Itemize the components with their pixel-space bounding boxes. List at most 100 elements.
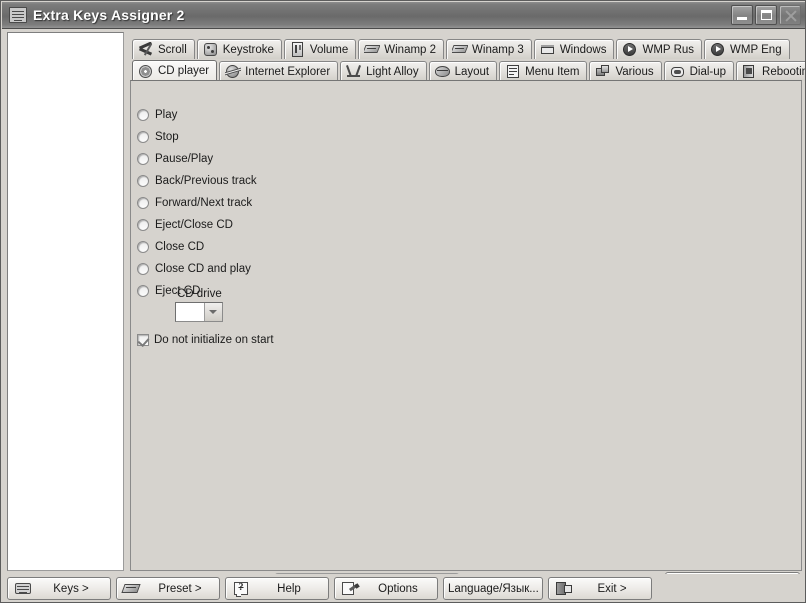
radio-option-close-cd[interactable]: Close CD [137,236,257,258]
scroll-icon [138,42,154,57]
volume-icon [290,42,306,57]
radio-label: Forward/Next track [155,197,253,209]
tab-rebooting[interactable]: Rebooting [736,61,805,81]
rebooting-icon [742,64,758,79]
right-panel: Scroll Keystroke Volume Winamp 2 Winamp … [130,32,805,571]
radio-option-back-previous-track[interactable]: Back/Previous track [137,170,257,192]
checkbox-indicator [137,334,149,346]
button-label: Exit > [597,582,627,595]
radio-label: Pause/Play [155,153,214,165]
minimize-button[interactable] [731,5,753,25]
internet-explorer-icon [225,64,242,79]
tab-volume[interactable]: Volume [283,39,357,59]
tab-keystroke[interactable]: Keystroke [196,39,282,59]
tab-label: Winamp 2 [384,43,437,56]
radio-option-pause-play[interactable]: Pause/Play [137,148,257,170]
wmp-icon [622,42,638,57]
light-alloy-icon [346,64,362,79]
radio-option-forward-next-track[interactable]: Forward/Next track [137,192,257,214]
dialup-icon [670,64,686,79]
tab-label: Winamp 3 [472,43,524,56]
tab-label: Layout [454,65,490,78]
tab-various[interactable]: Various [589,61,662,81]
tab-strip: Scroll Keystroke Volume Winamp 2 Winamp … [130,38,805,82]
tab-layout[interactable]: Layout [428,61,498,81]
layout-icon [434,64,451,79]
radio-label: Stop [155,131,179,143]
tab-label: WMP Eng [730,43,782,56]
tab-menu-item[interactable]: Menu Item [499,61,588,81]
window-body: Scroll Keystroke Volume Winamp 2 Winamp … [2,29,805,602]
radio-label: Eject/Close CD [155,219,233,231]
cd-action-radio-group: Play Stop Pause/Play Back/Previous track [137,104,257,302]
radio-indicator [137,109,149,121]
tab-internet-explorer[interactable]: Internet Explorer [219,61,339,81]
tab-label: Volume [309,43,349,56]
tab-scroll[interactable]: Scroll [132,39,195,59]
various-icon [595,64,611,79]
tab-label: CD player [158,65,210,77]
language-button[interactable]: Language/Язык... [443,577,543,600]
radio-label: Play [155,109,178,121]
tab-winamp-2[interactable]: Winamp 2 [358,39,445,59]
tab-row-2: CD player Internet Explorer Light Alloy … [130,60,805,81]
button-label: Language/Язык... [448,582,539,595]
radio-indicator [137,153,149,165]
exit-button[interactable]: Exit > [548,577,652,600]
radio-indicator [137,241,149,253]
radio-label: Close CD [155,241,205,253]
keys-button[interactable]: Keys > [7,577,111,600]
cd-drive-label: CD drive [177,288,222,300]
radio-label: Close CD and play [155,263,251,275]
tab-dial-up[interactable]: Dial-up [663,61,735,81]
tab-wmp-rus[interactable]: WMP Rus [616,39,703,59]
close-button[interactable] [779,5,801,25]
radio-indicator [137,219,149,231]
extra-keys-assigner-window: Extra Keys Assigner 2 Scroll Keystroke V… [0,0,806,603]
wmp-icon [710,42,726,57]
keystroke-icon [203,42,219,57]
options-pencil-icon [341,581,360,596]
tab-cd-player[interactable]: CD player [132,60,218,81]
tab-label: WMP Rus [642,43,695,56]
radio-option-stop[interactable]: Stop [137,126,257,148]
options-button[interactable]: Options [334,577,438,600]
tab-label: Scroll [158,43,187,56]
radio-indicator [137,175,149,187]
tab-label: Keystroke [222,43,274,56]
radio-option-eject-close-cd[interactable]: Eject/Close CD [137,214,257,236]
tab-winamp-3[interactable]: Winamp 3 [446,39,532,59]
cd-drive-value [176,303,204,321]
cd-player-tab-page: Play Stop Pause/Play Back/Previous track [130,80,802,571]
tab-label: Windows [559,43,607,56]
tab-label: Menu Item [525,65,580,78]
radio-indicator [137,131,149,143]
tab-label: Rebooting [762,65,805,78]
radio-indicator [137,285,149,297]
bottom-toolbar: Keys > Preset > ? Help Options Language/… [2,574,805,602]
preset-button[interactable]: Preset > [116,577,220,600]
windows-icon [540,42,556,57]
radio-option-play[interactable]: Play [137,104,257,126]
maximize-button[interactable] [755,5,777,25]
chevron-down-icon[interactable] [204,303,222,321]
button-label: Help [277,582,301,595]
menu-item-icon [505,64,521,79]
checkbox-label: Do not initialize on start [154,334,274,346]
button-label: Keys > [53,582,89,595]
winamp-icon [452,42,469,57]
tab-wmp-eng[interactable]: WMP Eng [704,39,790,59]
radio-option-close-cd-and-play[interactable]: Close CD and play [137,258,257,280]
tab-light-alloy[interactable]: Light Alloy [340,61,427,81]
button-label: Options [378,582,418,595]
help-button[interactable]: ? Help [225,577,329,600]
cd-drive-select[interactable] [175,302,223,322]
title-bar[interactable]: Extra Keys Assigner 2 [2,2,805,29]
assigned-keys-list[interactable] [7,32,124,571]
do-not-initialize-checkbox[interactable]: Do not initialize on start [137,334,274,346]
button-label: Preset > [158,582,202,595]
radio-indicator [137,197,149,209]
tab-windows[interactable]: Windows [533,39,615,59]
window-title: Extra Keys Assigner 2 [33,7,185,23]
window-controls [731,5,803,25]
